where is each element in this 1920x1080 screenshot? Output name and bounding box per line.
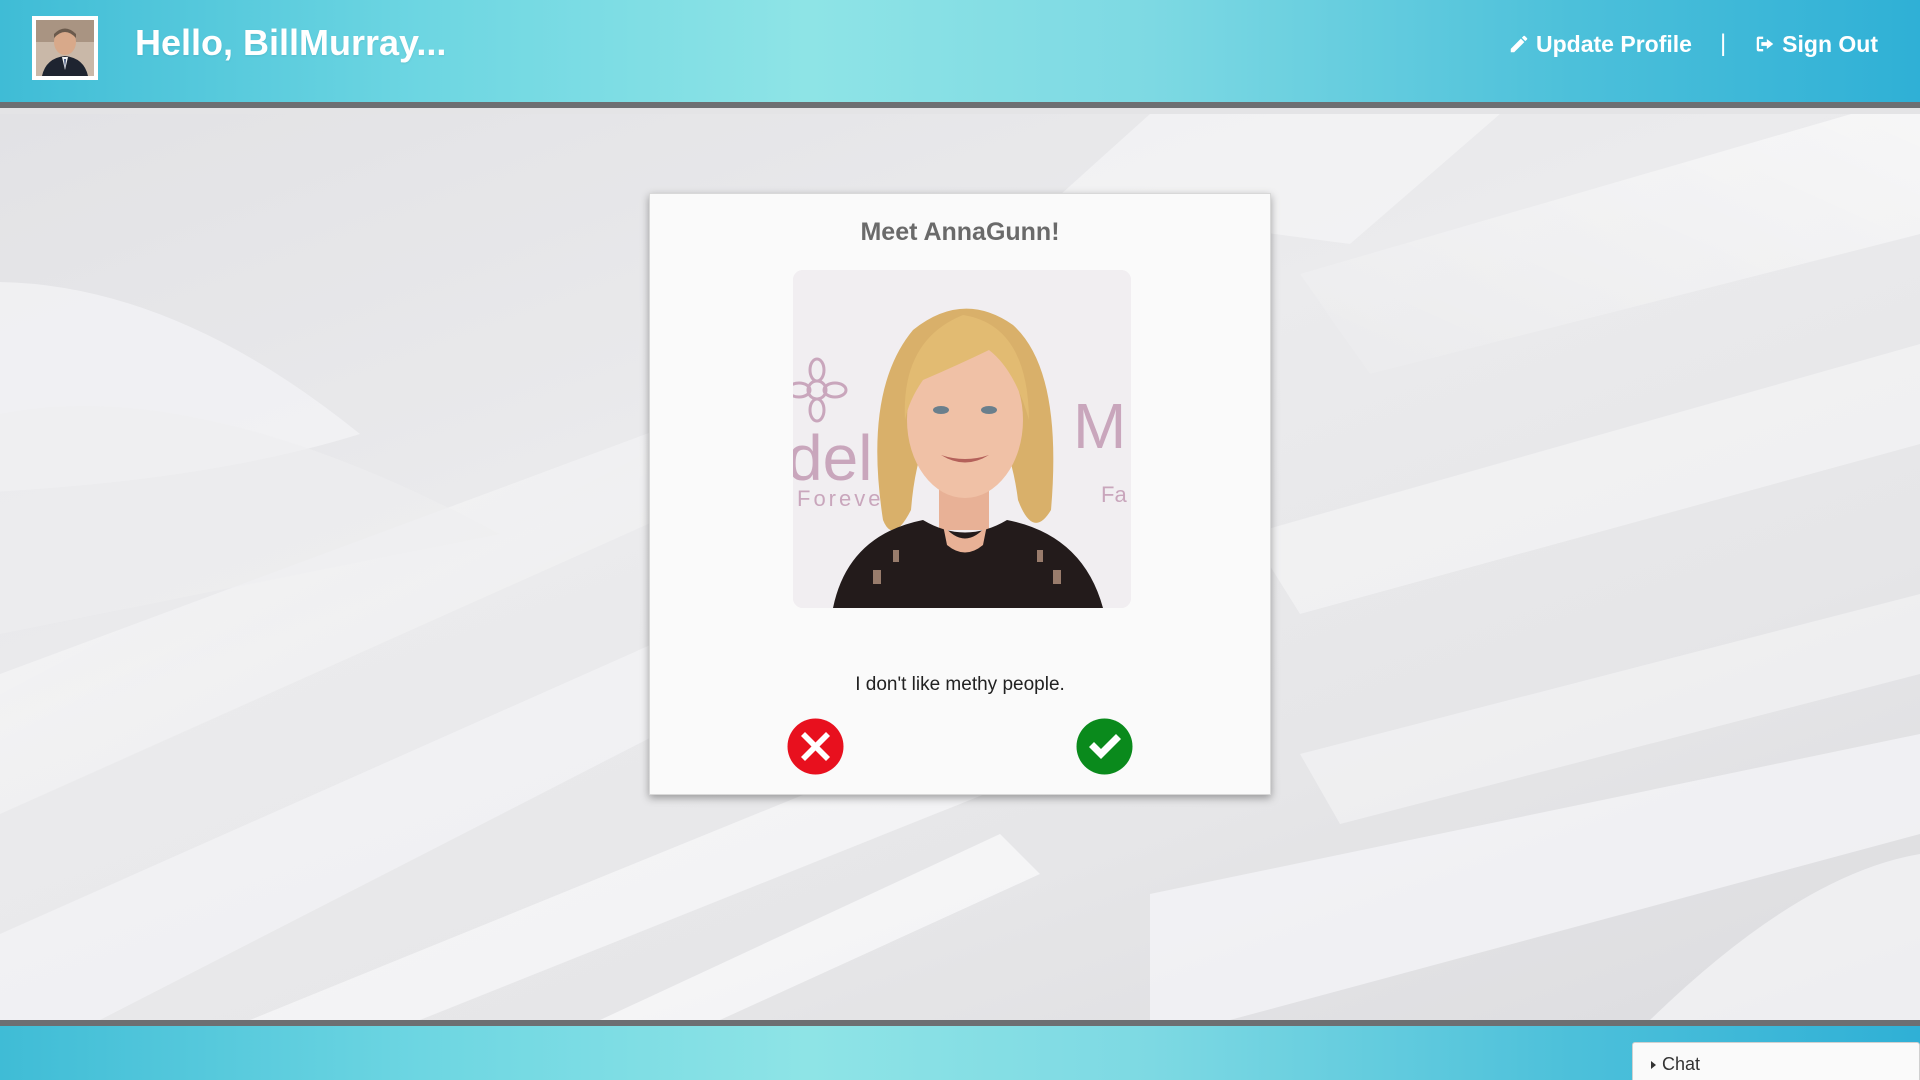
match-photo: del Forever M Fa [793,270,1131,608]
profile-photo-image: del Forever M Fa [793,270,1131,608]
pencil-icon [1510,35,1528,53]
sign-out-link[interactable]: Sign Out [1754,31,1878,58]
match-bio: I don't like methy people. [855,674,1065,695]
match-title: Meet AnnaGunn! [860,218,1060,246]
photo-backdrop-text-right: M [1073,390,1126,462]
bottom-footer: Chat [0,1020,1920,1080]
nav-separator: | [1719,30,1727,57]
x-circle-icon [787,718,844,775]
user-avatar[interactable] [32,16,98,80]
match-card: Meet AnnaGunn! del Forever M Fa I don't … [649,193,1271,795]
top-header: Hello, BillMurray... Update Profile | Si… [0,0,1920,108]
photo-backdrop-text-right-sub: Fa [1101,482,1127,507]
chat-label: Chat [1662,1054,1701,1074]
sign-out-icon [1756,36,1774,52]
accept-button[interactable] [1076,718,1133,775]
avatar-portrait-icon [36,20,94,76]
chat-tab[interactable]: Chat [1632,1042,1920,1080]
reject-button[interactable] [787,718,844,775]
sign-out-label: Sign Out [1782,30,1878,57]
header-nav: Update Profile | Sign Out [1508,30,1878,58]
photo-backdrop-text-left: del [793,422,872,494]
greeting-title: Hello, BillMurray... [135,22,447,63]
check-circle-icon [1076,718,1133,775]
caret-right-icon [1651,1060,1656,1069]
update-profile-label: Update Profile [1536,30,1692,57]
update-profile-link[interactable]: Update Profile [1508,31,1692,58]
